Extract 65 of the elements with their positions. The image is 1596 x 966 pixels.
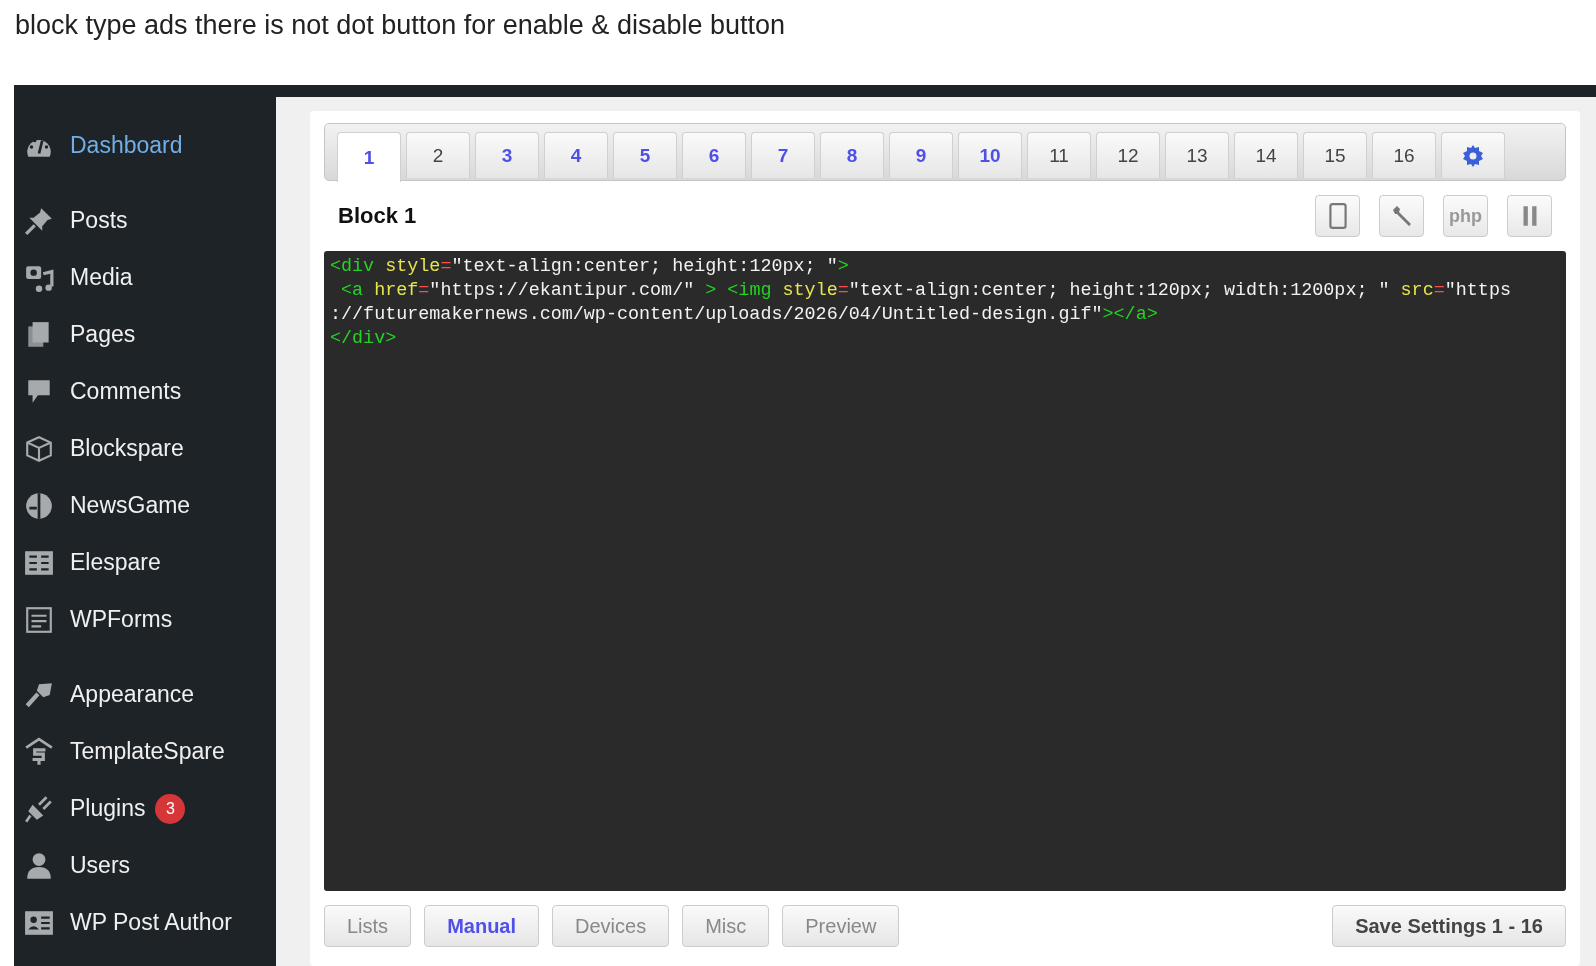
sidebar-item[interactable]: Pages	[14, 306, 276, 363]
block-tab[interactable]: 3	[475, 132, 539, 178]
plug-icon	[24, 793, 54, 824]
block-tab[interactable]: 15	[1303, 132, 1367, 178]
block-tab[interactable]: 4	[544, 132, 608, 178]
settings-button[interactable]	[1379, 195, 1424, 237]
form-icon	[24, 604, 54, 635]
settings-tab[interactable]	[1441, 132, 1505, 178]
globe-icon	[24, 490, 54, 521]
sidebar-item-label: WP Post Author	[70, 909, 232, 936]
user-icon	[24, 850, 54, 881]
sidebar-item[interactable]: Media	[14, 249, 276, 306]
code-line: <a href="https://ekantipur.com/" > <img style="text-align:center; height:120px; width:1200px; " src="https	[340, 279, 1511, 303]
block-tab[interactable]: 7	[751, 132, 815, 178]
block-tab[interactable]: 12	[1096, 132, 1160, 178]
code-line: ://futuremakernews.com/wp-content/uploads/2026/04/Untitled-design.gif"></a>	[330, 303, 1158, 327]
sidebar-item-label: TemplateSpare	[70, 738, 225, 765]
block-tab[interactable]: 14	[1234, 132, 1298, 178]
section-tab[interactable]: Manual	[424, 905, 540, 947]
sidebar-item-label: NewsGame	[70, 492, 191, 519]
post-text: block type ads there is not dot button for enable & disable button	[14, 9, 786, 42]
pin-icon	[24, 205, 54, 236]
sidebar-item[interactable]: WP Post Author	[14, 894, 276, 951]
sidebar-item[interactable]: Comments	[14, 363, 276, 420]
block-tab[interactable]: 9	[889, 132, 953, 178]
sidebar-item[interactable]: Elespare	[14, 534, 276, 591]
sidebar-item-label: Pages	[70, 321, 136, 348]
sidebar-item-label: Users	[70, 852, 131, 879]
block-tab[interactable]: 13	[1165, 132, 1229, 178]
block-tab[interactable]: 11	[1027, 132, 1091, 178]
sidebar-item[interactable]: TemplateSpare	[14, 723, 276, 780]
block-tab[interactable]: 1	[337, 132, 401, 182]
sidebar-item-label: Posts	[70, 207, 128, 234]
block-tab[interactable]: 16	[1372, 132, 1436, 178]
block-title: Block 1	[338, 203, 417, 229]
block-tab[interactable]: 10	[958, 132, 1022, 178]
sidebar-item-label: Appearance	[70, 681, 195, 708]
sidebar-item[interactable]: NewsGame	[14, 477, 276, 534]
block-tab[interactable]: 2	[406, 132, 470, 178]
sidebar-item[interactable]: WPForms	[14, 591, 276, 648]
cube-icon	[24, 433, 54, 464]
sidebar-item[interactable]: Appearance	[14, 666, 276, 723]
block-tab[interactable]: 6	[682, 132, 746, 178]
sidebar-item-label: WPForms	[70, 606, 173, 633]
code-line: </div>	[330, 327, 397, 351]
sidebar-item-label: Blockspare	[70, 435, 184, 462]
update-count-badge: 3	[155, 793, 186, 824]
sidebar-item-label: Comments	[70, 378, 182, 405]
sidebar-item[interactable]: Users	[14, 837, 276, 894]
sidebar-item[interactable]: Blockspare	[14, 420, 276, 477]
settings-icon	[1461, 143, 1485, 168]
sidebar-item[interactable]: Plugins 3	[14, 780, 276, 837]
pause-button[interactable]	[1507, 195, 1552, 237]
save-settings-button[interactable]: Save Settings 1 - 16	[1332, 905, 1566, 947]
sidebar-item-label: Media	[70, 264, 133, 291]
sidebar-item[interactable]: Dashboard	[14, 117, 276, 174]
sidebar-item[interactable]: Posts	[14, 192, 276, 249]
sidebar-item-label: Plugins	[70, 795, 146, 822]
sidebar-item-label: Elespare	[70, 549, 161, 576]
device-button[interactable]	[1315, 195, 1360, 237]
block-tab[interactable]: 5	[613, 132, 677, 178]
code-line: <div style="text-align:center; height:120px; ">	[330, 255, 849, 279]
layered-s-icon	[24, 736, 54, 767]
sidebar-item-label: Dashboard	[70, 132, 183, 159]
block-tab[interactable]: 8	[820, 132, 884, 178]
